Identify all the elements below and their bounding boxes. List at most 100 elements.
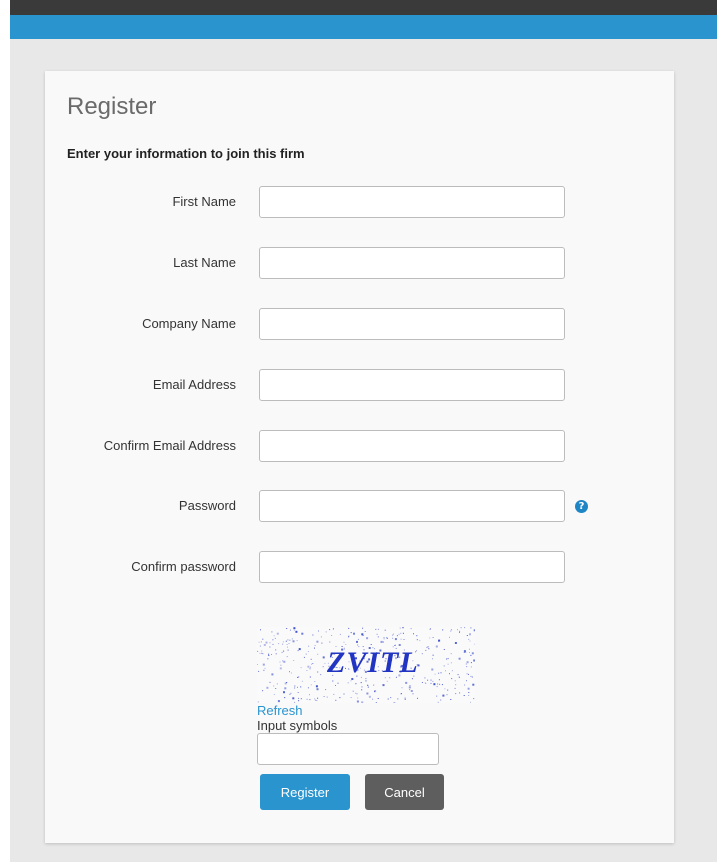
first-name-input[interactable] <box>259 186 565 218</box>
confirm-email-input[interactable] <box>259 430 565 462</box>
captcha-noise-dot <box>335 685 336 686</box>
captcha-noise-dot <box>300 667 302 669</box>
captcha-noise-dot <box>263 644 266 646</box>
captcha-noise-dot <box>416 639 418 641</box>
captcha-noise-dot <box>278 643 280 645</box>
captcha-noise-dot <box>366 637 369 640</box>
captcha-noise-dot <box>382 684 385 687</box>
confirm-password-input[interactable] <box>259 551 565 583</box>
captcha-noise-dot <box>315 699 317 701</box>
captcha-noise-dot <box>464 627 466 629</box>
captcha-noise-dot <box>260 629 261 631</box>
captcha-noise-dot <box>329 629 331 631</box>
captcha-noise-dot <box>432 654 434 656</box>
captcha-noise-dot <box>473 629 475 632</box>
captcha-noise-dot <box>438 672 440 674</box>
captcha-noise-dot <box>408 686 411 689</box>
captcha-noise-dot <box>323 696 325 697</box>
captcha-input[interactable] <box>257 733 439 765</box>
captcha-noise-dot <box>356 693 358 695</box>
captcha-noise-dot <box>312 634 314 636</box>
company-name-row: Company Name <box>45 308 674 340</box>
captcha-noise-dot <box>469 633 471 636</box>
captcha-noise-dot <box>392 634 394 636</box>
captcha-noise-dot <box>282 643 284 645</box>
register-button[interactable]: Register <box>260 774 350 810</box>
captcha-noise-dot <box>279 667 282 670</box>
captcha-noise-dot <box>271 673 274 676</box>
captcha-noise-dot <box>471 676 473 678</box>
captcha-noise-dot <box>374 691 375 693</box>
cancel-button[interactable]: Cancel <box>365 774 444 810</box>
captcha-noise-dot <box>394 638 397 641</box>
captcha-noise-dot <box>432 680 434 682</box>
captcha-noise-dot <box>437 701 439 703</box>
captcha-noise-dot <box>469 648 470 650</box>
captcha-noise-dot <box>300 686 302 688</box>
email-input[interactable] <box>259 369 565 401</box>
captcha-noise-dot <box>309 676 311 678</box>
captcha-noise-dot <box>343 641 345 643</box>
last-name-input[interactable] <box>259 247 565 279</box>
captcha-noise-dot <box>293 629 295 631</box>
captcha-noise-dot <box>400 638 402 640</box>
captcha-noise-dot <box>397 698 399 700</box>
captcha-noise-dot <box>325 631 327 633</box>
captcha-noise-dot <box>470 662 472 664</box>
captcha-noise-dot <box>352 690 354 692</box>
captcha-noise-dot <box>298 700 300 702</box>
captcha-noise-dot <box>451 678 453 680</box>
question-circle-icon[interactable]: ? <box>575 500 588 513</box>
captcha-noise-dot <box>332 680 334 682</box>
captcha-noise-dot <box>466 673 468 675</box>
captcha-noise-dot <box>421 653 423 655</box>
captcha-noise-dot <box>325 689 327 691</box>
captcha-noise-dot <box>262 653 264 655</box>
captcha-noise-dot <box>410 690 413 692</box>
captcha-noise-dot <box>437 683 439 685</box>
captcha-noise-dot <box>277 700 280 703</box>
top-bar <box>10 0 717 15</box>
captcha-noise-dot <box>436 695 438 697</box>
captcha-noise-dot <box>294 687 296 689</box>
captcha-noise-dot <box>283 691 285 694</box>
captcha-noise-dot <box>393 633 394 635</box>
email-label: Email Address <box>152 377 236 392</box>
captcha-noise-dot <box>399 627 401 629</box>
captcha-image: ZVITL <box>257 627 475 703</box>
captcha-noise-dot <box>297 686 298 688</box>
first-name-row: First Name <box>45 186 674 218</box>
company-name-input[interactable] <box>259 308 565 340</box>
captcha-noise-dot <box>276 632 279 635</box>
captcha-noise-dot <box>454 642 457 644</box>
captcha-noise-dot <box>290 629 291 631</box>
captcha-noise-dot <box>305 653 307 655</box>
captcha-noise-dot <box>288 643 290 644</box>
captcha-noise-dot <box>314 681 316 682</box>
captcha-noise-dot <box>382 641 384 643</box>
captcha-noise-dot <box>262 690 264 692</box>
captcha-noise-dot <box>307 651 309 652</box>
captcha-noise-dot <box>421 682 423 683</box>
confirm-password-label: Confirm password <box>131 559 236 574</box>
captcha-noise-dot <box>393 702 396 703</box>
captcha-noise-dot <box>460 627 462 629</box>
captcha-noise-dot <box>289 693 291 695</box>
captcha-noise-dot <box>459 692 461 694</box>
captcha-noise-dot <box>314 645 316 646</box>
captcha-refresh-link[interactable]: Refresh <box>257 703 303 718</box>
captcha-noise-dot <box>442 694 445 697</box>
captcha-noise-dot <box>290 692 292 694</box>
captcha-noise-dot <box>466 635 468 636</box>
captcha-noise-dot <box>356 640 358 643</box>
captcha-noise-dot <box>443 665 445 667</box>
captcha-noise-dot <box>360 682 362 684</box>
captcha-noise-dot <box>309 694 310 696</box>
captcha-noise-dot <box>432 658 433 660</box>
captcha-noise-dot <box>455 684 457 686</box>
captcha-noise-dot <box>457 629 458 631</box>
captcha-noise-dot <box>419 640 421 642</box>
captcha-noise-dot <box>398 633 400 635</box>
password-input[interactable] <box>259 490 565 522</box>
captcha-noise-dot <box>433 683 436 686</box>
